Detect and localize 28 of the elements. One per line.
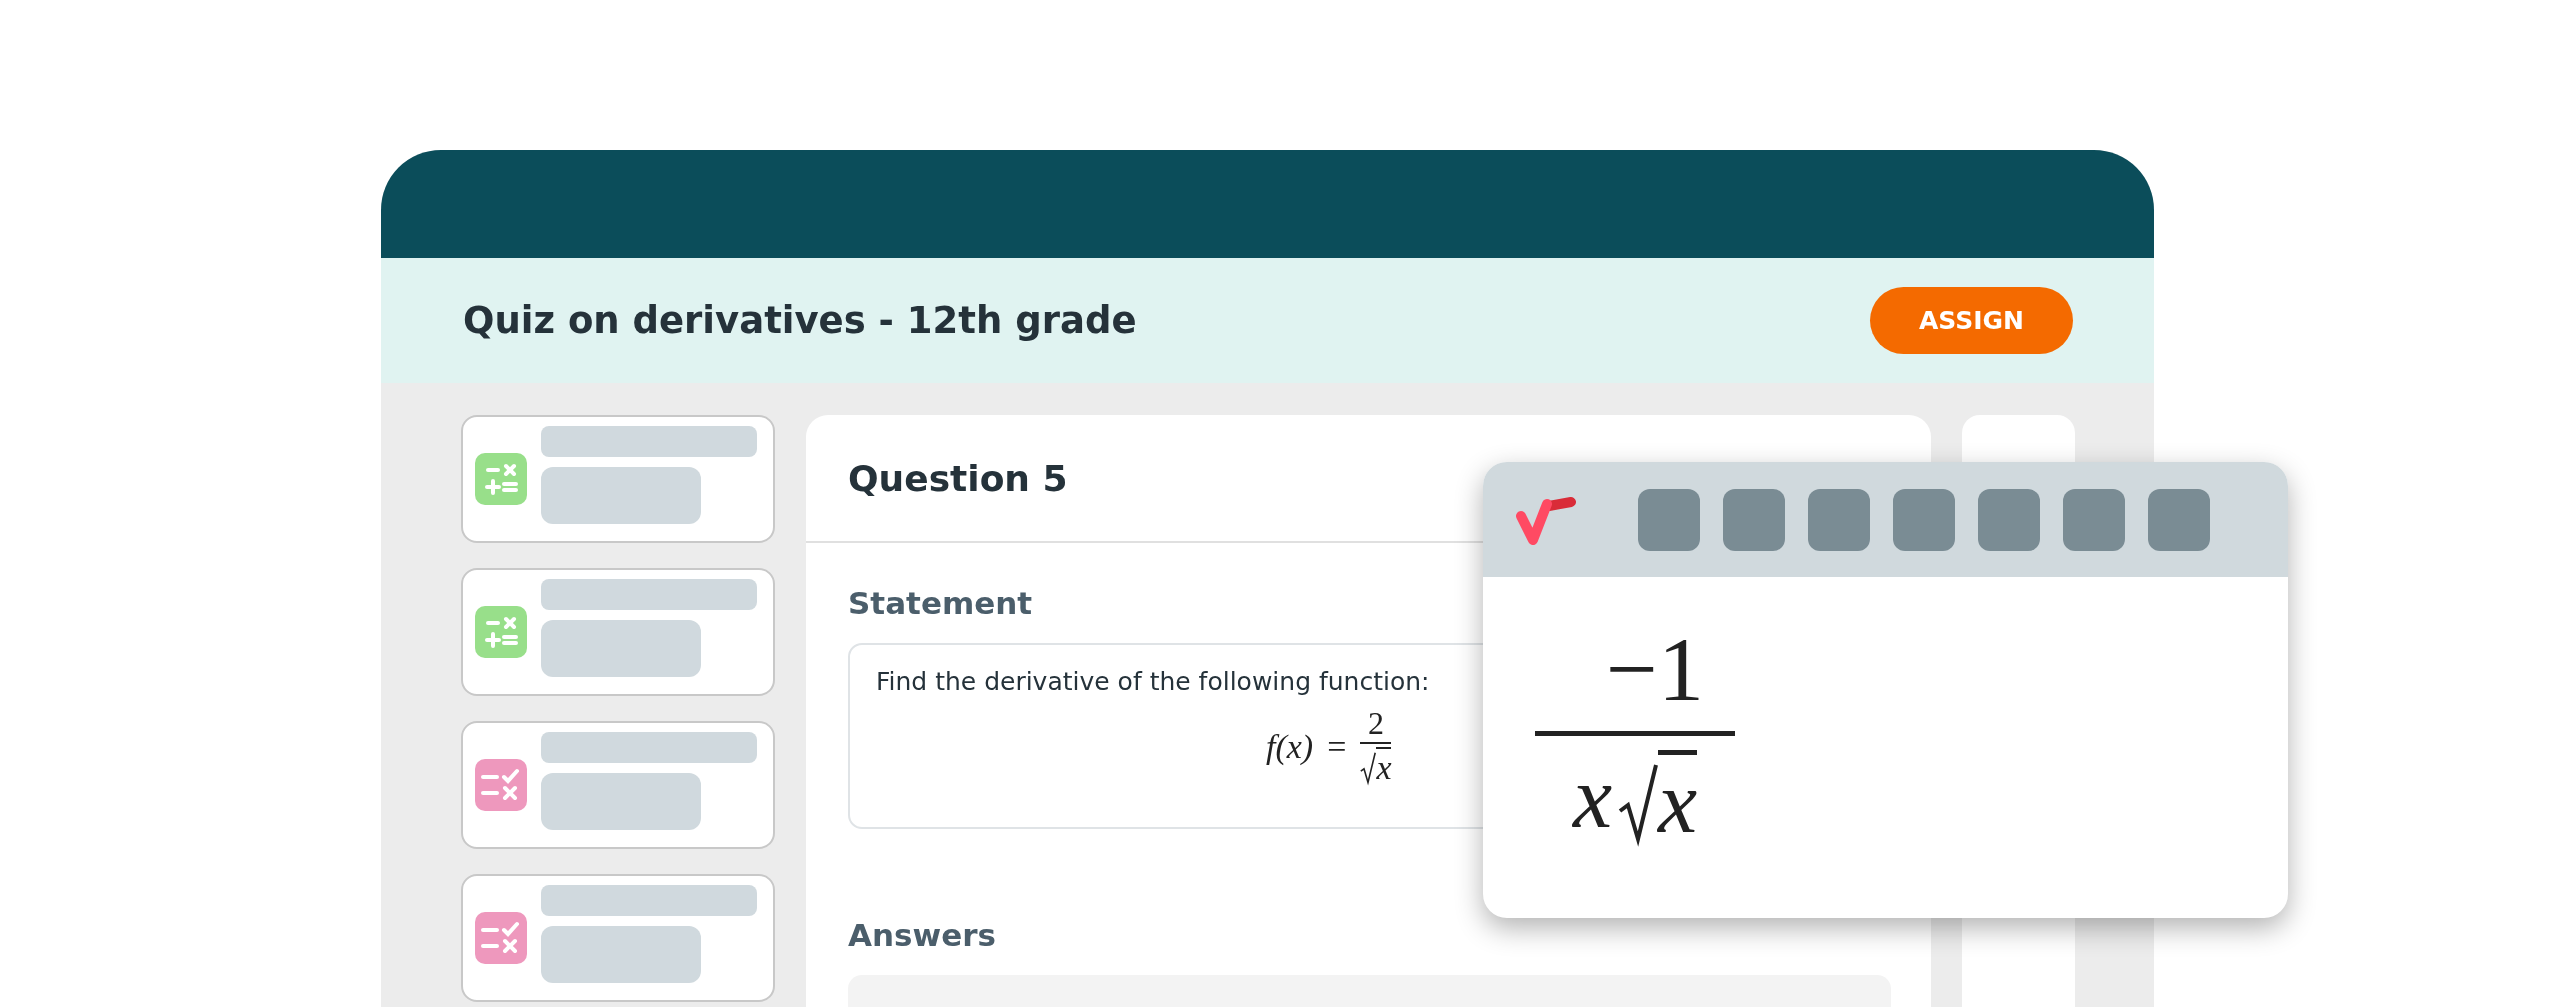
toolbar-button[interactable] xyxy=(1723,488,1785,551)
question-card[interactable] xyxy=(461,874,775,1002)
math-operations-icon xyxy=(475,453,527,505)
toolbar-button[interactable] xyxy=(1893,488,1955,551)
equals-sign: = xyxy=(1327,727,1347,766)
question-card[interactable] xyxy=(461,721,775,849)
numerator: 2 xyxy=(1367,704,1384,742)
numerator: −1 xyxy=(1605,617,1704,721)
math-operations-icon xyxy=(475,606,527,658)
radicand: x xyxy=(1376,747,1392,789)
toolbar-button[interactable] xyxy=(2063,488,2125,551)
statement-text: Find the derivative of the following function: xyxy=(876,667,1431,696)
denominator-variable: x xyxy=(1572,750,1612,848)
function-name: f(x) xyxy=(1266,727,1314,766)
assign-button[interactable]: ASSIGN xyxy=(1870,287,2073,354)
quiz-title: Quiz on derivatives - 12th grade xyxy=(463,299,1137,342)
checklist-icon xyxy=(475,759,527,811)
question-card[interactable] xyxy=(461,415,775,543)
question-title: Question 5 xyxy=(848,457,1068,499)
section-label: Answers xyxy=(848,917,997,953)
toolbar-button[interactable] xyxy=(1978,488,2040,551)
checklist-icon xyxy=(475,912,527,964)
radicand: x xyxy=(1658,750,1698,856)
toolbar-button[interactable] xyxy=(1638,488,1700,551)
toolbar-button[interactable] xyxy=(2148,488,2210,551)
toolbar-button[interactable] xyxy=(1808,488,1870,551)
question-card[interactable] xyxy=(461,568,775,696)
section-label: Statement xyxy=(848,585,1034,621)
